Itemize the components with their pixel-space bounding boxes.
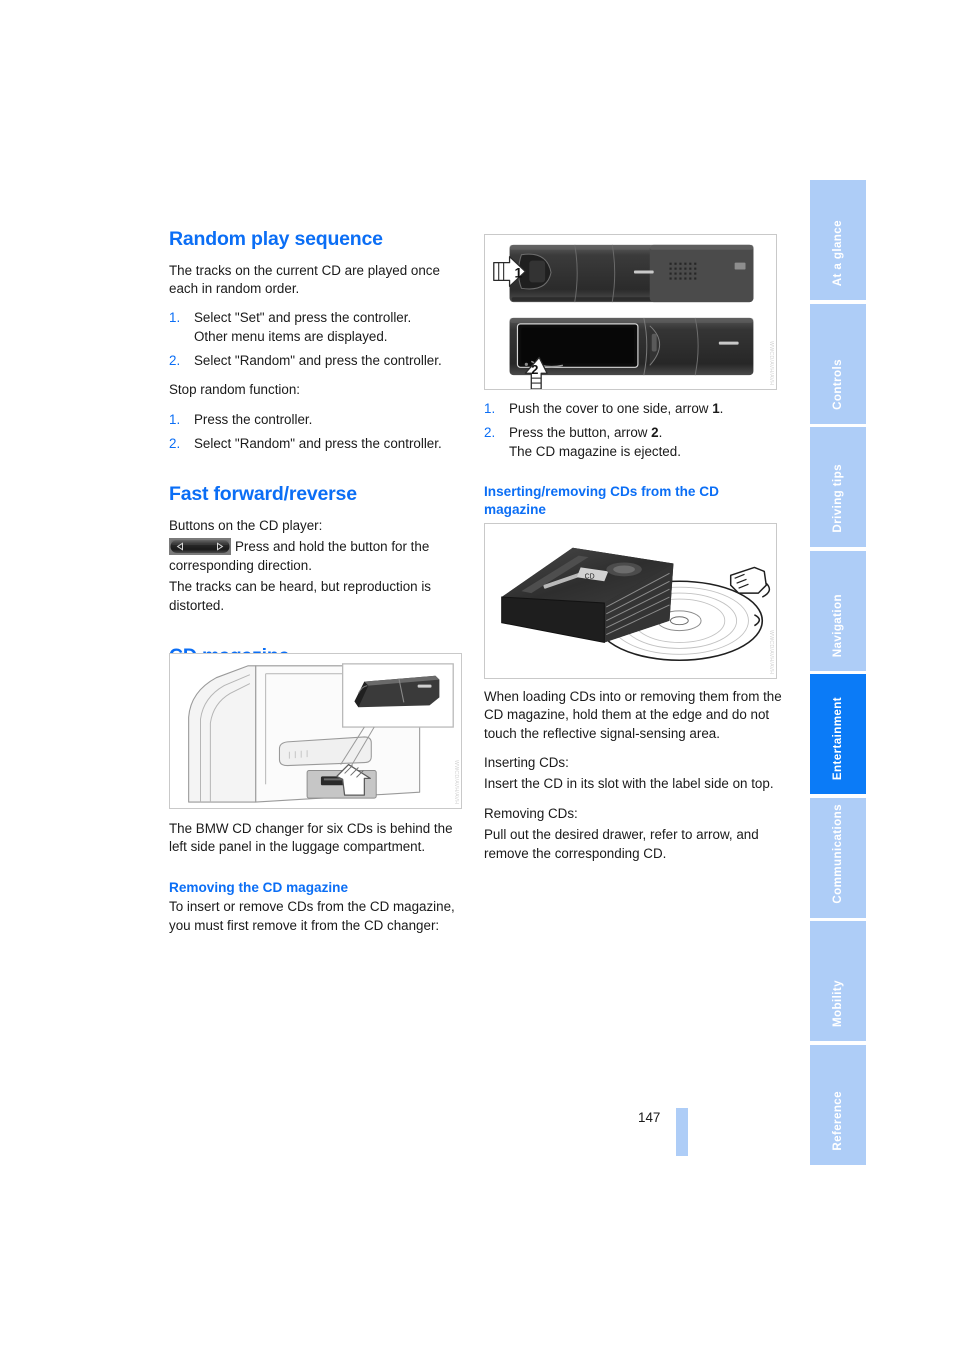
tab-label: Navigation [831, 593, 844, 657]
list-item: 1. Push the cover to one side, arrow 1. [484, 400, 784, 418]
random-play-intro: The tracks on the current CD are played … [169, 262, 440, 296]
step-arrow-ref: 1 [712, 401, 720, 416]
tab-navigation[interactable]: Navigation [810, 551, 866, 671]
step-number: 1. [169, 411, 181, 427]
list-item: 2. Press the button, arrow 2. The CD maga… [484, 424, 784, 461]
heading-random-play-sequence: Random play sequence [169, 228, 383, 250]
tab-label: Controls [831, 359, 844, 410]
step-text: Select "Set" and press the controller. [194, 310, 412, 326]
removing-cds-label: Removing CDs: [484, 805, 578, 821]
fast-forward-reverse-rocker-button-icon [169, 538, 231, 556]
step-tail: . [658, 425, 663, 441]
left-column: Random play sequence The tracks on the c… [169, 228, 469, 679]
removing-cds-body: Pull out the desired drawer, refer to ar… [484, 827, 759, 861]
fast-forward-icon-line: Press and hold the button for the corres… [169, 538, 469, 575]
step-text: Press the button, arrow [509, 425, 652, 441]
fast-forward-note: The tracks can be heard, but reproductio… [169, 579, 432, 613]
step-tail: . [719, 401, 724, 416]
tab-label: Communications [831, 804, 844, 904]
tab-communications[interactable]: Communications [810, 798, 866, 918]
figure-cd-magazine-disc: CD WWCD/AVH/AVH [484, 523, 777, 679]
tab-reference[interactable]: Reference [810, 1045, 866, 1165]
step-subtext: Other menu items are displayed. [194, 328, 388, 344]
step-number: 2. [169, 436, 181, 452]
tab-label: Mobility [831, 980, 844, 1027]
manual-page: Random play sequence The tracks on the c… [0, 0, 954, 1351]
inserting-cds-body: Insert the CD in its slot with the label… [484, 776, 774, 792]
tab-label: At a glance [831, 219, 844, 286]
svg-text:CD: CD [585, 573, 595, 580]
tab-label: Driving tips [831, 464, 844, 533]
page-number: 147 [638, 1110, 661, 1125]
list-item: 1. Select "Set" and press the controller… [169, 309, 469, 346]
step-arrow-ref: 2 [651, 425, 659, 441]
list-item: 1. Press the controller. [169, 411, 469, 429]
tab-entertainment[interactable]: Entertainment [810, 674, 866, 794]
tab-driving-tips[interactable]: Driving tips [810, 427, 866, 547]
figure-cd-changer-location: WWCD/AVH/AVH [169, 653, 462, 809]
section-tab-rail: At a glance Controls Driving tips Naviga… [810, 180, 866, 1168]
svg-text:1: 1 [515, 264, 523, 280]
heading-inserting-removing-cds: Inserting/removing CDs from the CD magaz… [484, 484, 719, 517]
tab-at-a-glance[interactable]: At a glance [810, 180, 866, 300]
right-column-upper: 1. Push the cover to one side, arrow 1. 2… [484, 400, 784, 520]
figure-credit: WWCD/AVH/AVH [453, 759, 459, 804]
right-column-lower: When loading CDs into or removing them f… [484, 688, 784, 874]
step-number: 2. [484, 425, 496, 441]
tab-controls[interactable]: Controls [810, 304, 866, 424]
list-item: 2. Select "Random" and press the control… [169, 352, 469, 370]
heading-removing-cd-magazine: Removing the CD magazine [169, 879, 349, 895]
step-subtext: The CD magazine is ejected. [509, 443, 681, 459]
step-text: Push the cover to one side, arrow [509, 401, 713, 416]
figure-credit: WWCD/AVH/AVH [768, 340, 774, 385]
tab-label: Entertainment [831, 696, 844, 780]
cd-magazine-body: The BMW CD changer for six CDs is behind… [169, 821, 453, 855]
step-number: 2. [169, 353, 181, 369]
step-text: Select "Random" and press the controller… [194, 436, 442, 452]
list-item: 2. Select "Random" and press the control… [169, 435, 469, 453]
step-number: 1. [169, 310, 181, 326]
tab-mobility[interactable]: Mobility [810, 921, 866, 1041]
figure-credit: WWCD/AVH/AVH [768, 629, 774, 674]
step-number: 1. [484, 401, 496, 416]
magazine-handling-body: When loading CDs into or removing them f… [484, 689, 782, 741]
removing-cd-magazine-body: To insert or remove CDs from the CD maga… [169, 899, 455, 933]
random-play-steps: 1. Select "Set" and press the controller… [169, 309, 469, 370]
inserting-cds-label: Inserting CDs: [484, 755, 569, 771]
heading-fast-forward-reverse: Fast forward/reverse [169, 483, 357, 506]
figure-cd-changer-unit: 1 2 WWCD/AVH/AVH [484, 234, 777, 390]
step-text: Press the controller. [194, 411, 313, 427]
fast-forward-intro: Buttons on the CD player: [169, 518, 323, 534]
stop-random-label: Stop random function: [169, 382, 301, 398]
step-text: Select "Random" and press the controller… [194, 353, 442, 369]
tab-label: Reference [831, 1091, 844, 1151]
svg-text:2: 2 [531, 362, 538, 377]
left-column-lower: The BMW CD changer for six CDs is behind… [169, 820, 469, 946]
removing-magazine-steps: 1. Push the cover to one side, arrow 1. 2… [484, 400, 784, 461]
stop-random-steps: 1. Press the controller. 2. Select "Rand… [169, 411, 469, 454]
page-number-marker [676, 1108, 688, 1156]
